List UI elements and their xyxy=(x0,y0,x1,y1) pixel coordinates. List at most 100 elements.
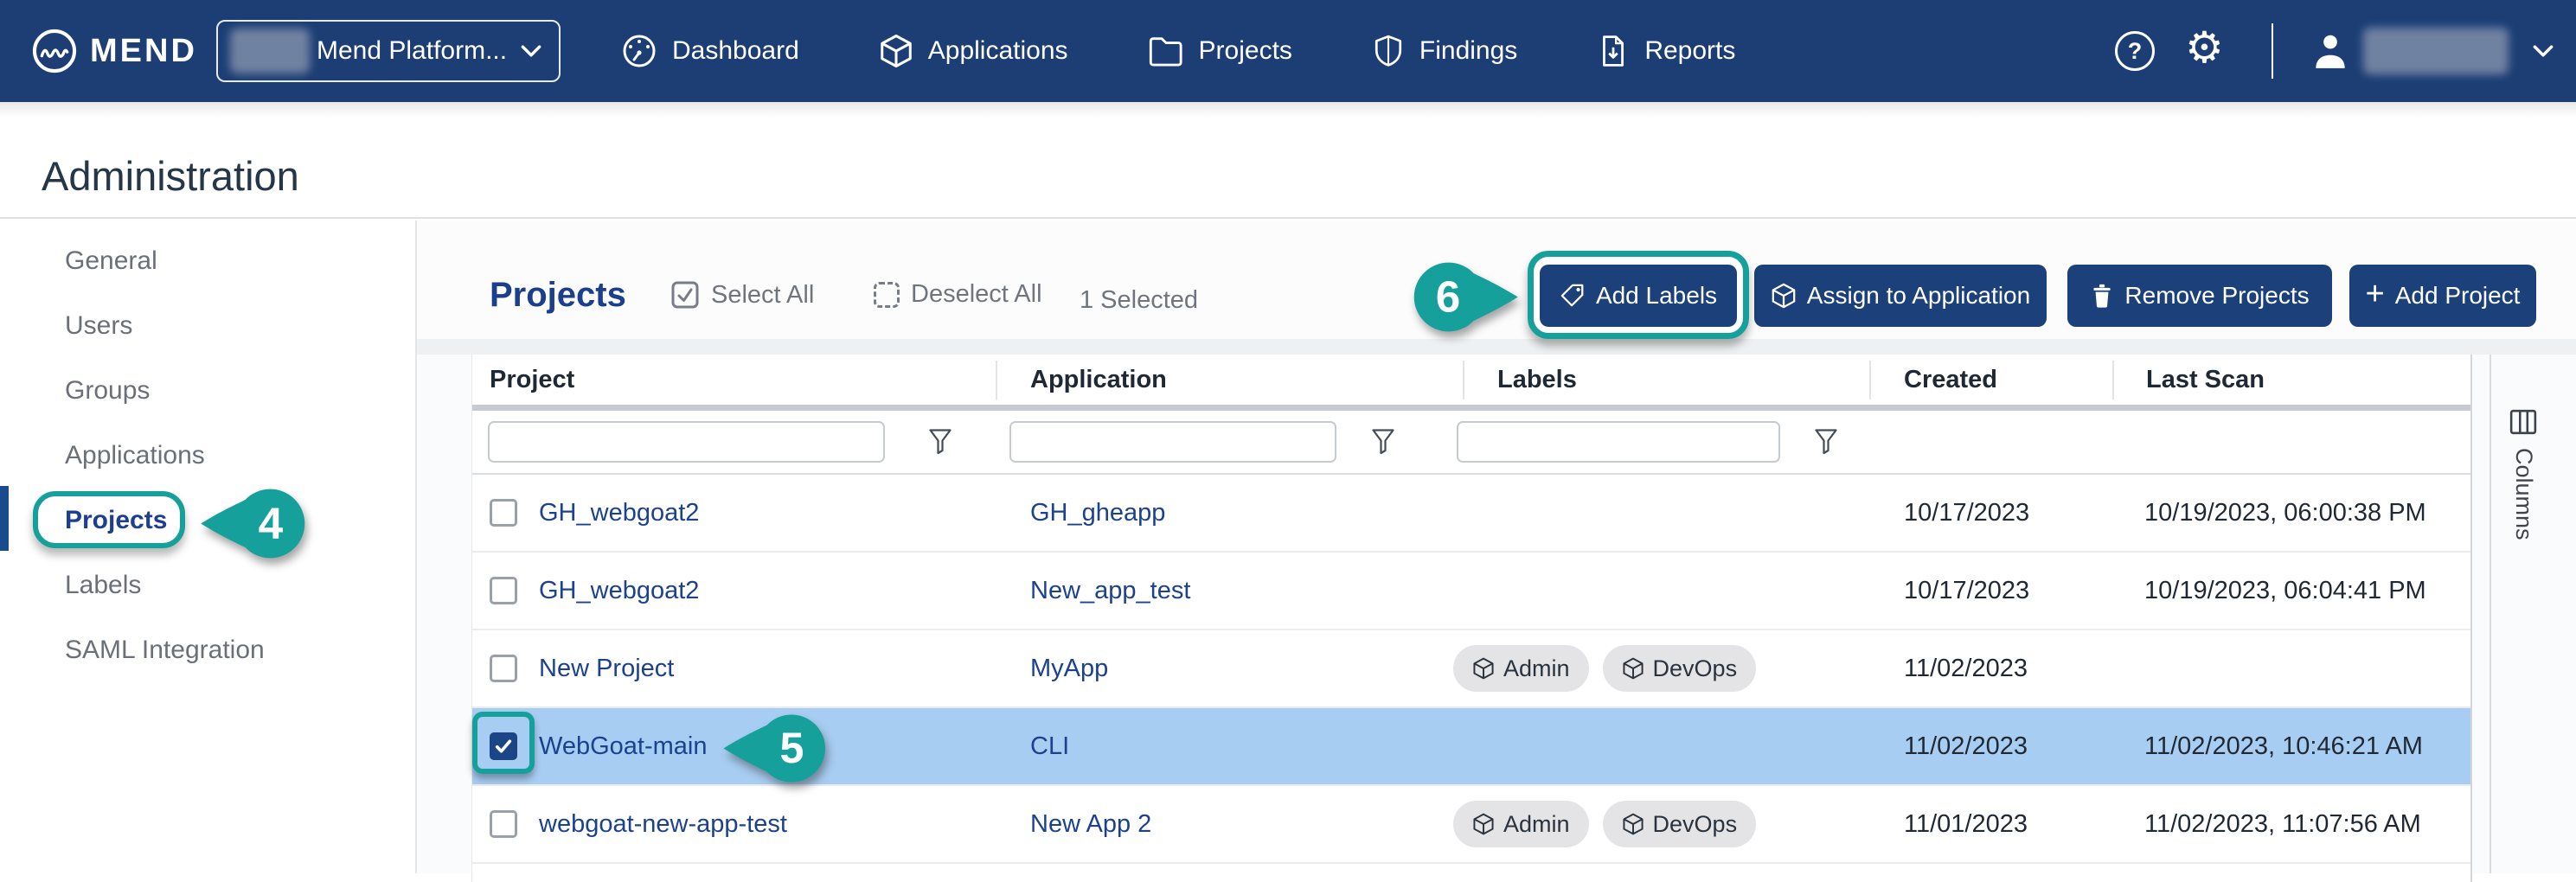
funnel-icon[interactable] xyxy=(929,429,952,455)
folder-icon xyxy=(1148,34,1184,68)
sidebar-item-applications[interactable]: Applications xyxy=(0,423,415,488)
column-header-application[interactable]: Application xyxy=(1030,355,1167,405)
gear-icon[interactable]: ⚙ xyxy=(2185,26,2224,69)
columns-icon xyxy=(2509,408,2537,436)
application-link[interactable]: GH_gheapp xyxy=(1030,475,1165,551)
column-header-last-scan[interactable]: Last Scan xyxy=(2146,355,2265,405)
section-title: Projects xyxy=(490,276,626,315)
funnel-icon[interactable] xyxy=(1372,429,1394,455)
person-icon xyxy=(2310,31,2351,71)
checkbox-checked-icon xyxy=(670,280,700,310)
labels-filter-input[interactable] xyxy=(1457,421,1780,463)
label-badge: DevOps xyxy=(1603,801,1757,847)
application-link[interactable]: MyApp xyxy=(1030,630,1108,706)
tag-icon xyxy=(1560,283,1586,309)
row-checkbox[interactable] xyxy=(490,655,517,682)
label-badge: Admin xyxy=(1453,801,1589,847)
funnel-icon[interactable] xyxy=(1815,429,1837,455)
project-link[interactable]: GH_webgoat2 xyxy=(539,475,699,551)
column-header-created[interactable]: Created xyxy=(1904,355,1997,405)
nav-item-dashboard[interactable]: Dashboard xyxy=(621,33,799,69)
select-all-label: Select All xyxy=(711,281,814,310)
table-row: New Project MyApp Admin DevOps 11/02/202… xyxy=(472,630,2470,708)
step-number: 5 xyxy=(780,724,804,772)
report-icon xyxy=(1597,33,1630,69)
org-selector-dropdown[interactable]: Mend Platform... xyxy=(216,20,561,82)
project-link[interactable]: webgoat-new-app-test xyxy=(539,786,787,862)
nav-item-findings[interactable]: Findings xyxy=(1372,33,1517,69)
projects-table: Project Application Labels Created Last … xyxy=(471,355,2472,882)
sidebar-item-general[interactable]: General xyxy=(0,228,415,293)
nav-item-label: Reports xyxy=(1644,36,1735,66)
cube-icon xyxy=(1472,813,1495,835)
nav-item-applications[interactable]: Applications xyxy=(879,34,1068,68)
step-6-badge: 6 xyxy=(1408,256,1522,338)
add-project-button[interactable]: + Add Project xyxy=(2349,265,2536,327)
header-divider-bar xyxy=(472,405,2470,411)
cube-icon xyxy=(1622,813,1644,835)
column-header-labels[interactable]: Labels xyxy=(1497,355,1577,405)
last-scan-date: 10/19/2023, 06:00:38 PM xyxy=(2144,475,2426,551)
nav-item-projects[interactable]: Projects xyxy=(1148,34,1292,68)
cube-icon xyxy=(1622,657,1644,680)
cube-icon xyxy=(879,34,913,68)
mend-logo-icon xyxy=(31,28,78,74)
row-checkbox[interactable] xyxy=(490,577,517,604)
sidebar-item-label: SAML Integration xyxy=(65,636,265,665)
last-scan-date: 11/02/2023, 10:46:21 AM xyxy=(2144,708,2423,784)
remove-projects-button[interactable]: Remove Projects xyxy=(2067,265,2332,327)
nav-item-label: Dashboard xyxy=(672,36,799,66)
sidebar-item-label: Labels xyxy=(65,571,141,600)
application-link[interactable]: New_app_test xyxy=(1030,553,1190,629)
columns-panel-label: Columns xyxy=(2510,448,2537,540)
org-selector-label: Mend Platform... xyxy=(317,36,507,66)
sidebar-item-saml-integration[interactable]: SAML Integration xyxy=(0,617,415,682)
sidebar-item-label: General xyxy=(65,246,157,276)
application-link[interactable]: CLI xyxy=(1030,708,1069,784)
navbar-right: ? ⚙ xyxy=(2102,0,2576,102)
column-header-project[interactable]: Project xyxy=(490,355,574,405)
cube-icon xyxy=(1771,283,1797,309)
top-navbar: MEND Mend Platform... Dashboard Applicat… xyxy=(0,0,2576,102)
sidebar-item-groups[interactable]: Groups xyxy=(0,358,415,423)
navbar-divider xyxy=(2272,23,2273,79)
project-filter-input[interactable] xyxy=(488,421,885,463)
main-content: Projects Select All Deselect All 1 Selec… xyxy=(417,220,2576,873)
last-scan-date: 11/02/2023, 11:07:56 AM xyxy=(2144,786,2421,862)
label-text: DevOps xyxy=(1653,811,1738,838)
user-menu[interactable] xyxy=(2310,0,2554,102)
step-5-badge: 5 xyxy=(719,708,831,789)
toolbar: Projects Select All Deselect All 1 Selec… xyxy=(417,220,2576,339)
add-labels-button[interactable]: Add Labels xyxy=(1540,265,1737,327)
sidebar-item-label: Groups xyxy=(65,376,150,406)
application-filter-input[interactable] xyxy=(1009,421,1336,463)
project-link[interactable]: WebGoat-main xyxy=(539,708,708,784)
plus-icon: + xyxy=(2366,276,2385,313)
project-link[interactable]: GH_webgoat2 xyxy=(539,553,699,629)
deselect-all-label: Deselect All xyxy=(911,280,1042,309)
row-checkbox[interactable] xyxy=(490,732,517,760)
application-link[interactable]: New App 2 xyxy=(1030,786,1151,862)
filter-row xyxy=(472,411,2470,473)
mend-logo: MEND xyxy=(31,0,197,102)
button-label: Assign to Application xyxy=(1807,282,2030,310)
created-date: 11/01/2023 xyxy=(1904,786,2028,862)
columns-panel-toggle[interactable]: Columns xyxy=(2489,355,2576,873)
help-icon[interactable]: ? xyxy=(2115,31,2155,71)
table-header: Project Application Labels Created Last … xyxy=(472,355,2470,405)
question-glyph: ? xyxy=(2128,38,2143,65)
created-date: 10/17/2023 xyxy=(1904,475,2029,551)
row-checkbox[interactable] xyxy=(490,810,517,838)
step-number: 4 xyxy=(259,499,284,548)
assign-to-application-button[interactable]: Assign to Application xyxy=(1754,265,2047,327)
created-date: 10/17/2023 xyxy=(1904,553,2029,629)
row-checkbox[interactable] xyxy=(490,499,517,527)
shield-icon xyxy=(1372,33,1405,69)
nav-item-reports[interactable]: Reports xyxy=(1597,33,1735,69)
sidebar-item-label: Users xyxy=(65,311,132,341)
select-all-button[interactable]: Select All xyxy=(670,280,814,310)
project-link[interactable]: New Project xyxy=(539,630,674,706)
sidebar-item-users[interactable]: Users xyxy=(0,293,415,358)
deselect-all-button[interactable]: Deselect All xyxy=(874,280,1042,309)
admin-sidebar: General Users Groups Applications Projec… xyxy=(0,220,417,873)
